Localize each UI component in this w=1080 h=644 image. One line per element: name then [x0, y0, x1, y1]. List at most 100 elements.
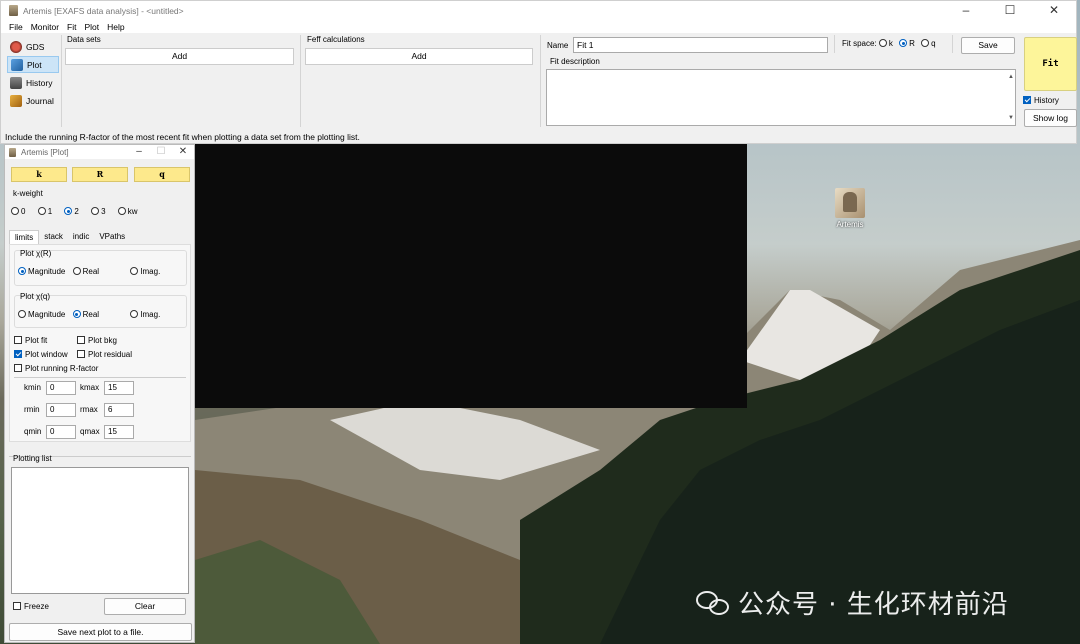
kweight-3[interactable]: 3	[91, 207, 106, 216]
save-button[interactable]: Save	[961, 37, 1015, 54]
tab-limits[interactable]: limits	[9, 230, 40, 244]
divider	[834, 35, 835, 53]
freeze-label: Freeze	[24, 602, 49, 611]
kweight-kw[interactable]: kw	[117, 207, 138, 216]
xq-magnitude[interactable]: Magnitude	[18, 310, 65, 319]
checkbox-icon	[13, 602, 21, 610]
fit-space-r-label: R	[909, 39, 915, 48]
kmin-input[interactable]: 0	[46, 381, 76, 395]
fit-space-k[interactable]: k	[878, 39, 893, 48]
divider	[540, 35, 541, 127]
checkbox-checked-icon	[1023, 96, 1031, 104]
data-sets-label: Data sets	[67, 35, 101, 44]
checkbox-checked-icon	[14, 350, 22, 358]
close-button[interactable]: ✕	[1032, 1, 1076, 20]
tab-indic[interactable]: indic	[68, 230, 94, 244]
plot-bkg-checkbox[interactable]: Plot bkg	[77, 336, 117, 345]
qmax-input[interactable]: 15	[104, 425, 134, 439]
tab-stack[interactable]: stack	[39, 230, 68, 244]
add-feff-button[interactable]: Add	[305, 48, 533, 65]
plot-window: Artemis [Plot] – ☐ ✕ k R q k-weight 0 1 …	[4, 144, 195, 643]
menu-file[interactable]: File	[9, 22, 23, 32]
plot-canvas[interactable]	[195, 144, 747, 408]
artemis-shortcut-icon	[835, 188, 865, 218]
fit-space-r[interactable]: R	[899, 39, 915, 48]
fit-button[interactable]: Fit	[1024, 37, 1077, 91]
xq-real[interactable]: Real	[72, 310, 99, 319]
plot-residual-checkbox[interactable]: Plot residual	[77, 350, 132, 359]
kmax-label: kmax	[80, 383, 100, 392]
menu-fit[interactable]: Fit	[67, 22, 76, 32]
radio-icon	[117, 207, 126, 215]
xr-magnitude[interactable]: Magnitude	[18, 267, 65, 276]
radio-selected-icon	[72, 310, 81, 318]
kweight-3-label: 3	[101, 207, 106, 216]
xr-magnitude-label: Magnitude	[28, 267, 66, 276]
feff-calculations-label: Feff calculations	[307, 35, 365, 44]
fit-space-k-label: k	[888, 39, 893, 48]
nav-item-gds[interactable]: GDS	[7, 38, 59, 55]
plot-residual-label: Plot residual	[88, 350, 133, 359]
nav-label: History	[26, 77, 53, 88]
radio-icon	[878, 39, 887, 47]
minimize-button[interactable]: –	[944, 1, 988, 20]
xr-real-label: Real	[82, 267, 100, 276]
history-icon	[10, 76, 22, 89]
kmax-input[interactable]: 15	[104, 381, 134, 395]
desktop-icon-artemis[interactable]: Artemis	[830, 188, 870, 229]
plot-close-button[interactable]: ✕	[172, 145, 194, 159]
menu-bar: File Monitor Fit Plot Help	[1, 20, 1076, 33]
plot-r-button[interactable]: R	[72, 167, 128, 182]
save-next-plot-button[interactable]: Save next plot to a file.	[9, 623, 192, 641]
plot-running-r-checkbox[interactable]: Plot running R-factor	[14, 364, 98, 373]
freeze-checkbox[interactable]: Freeze	[13, 602, 49, 611]
xr-real[interactable]: Real	[72, 267, 100, 276]
plot-titlebar[interactable]: Artemis [Plot] – ☐ ✕	[5, 145, 194, 159]
fit-name-input[interactable]: Fit 1	[573, 37, 828, 53]
main-titlebar[interactable]: Artemis [EXAFS data analysis] - <untitle…	[1, 1, 1076, 20]
menu-monitor[interactable]: Monitor	[31, 22, 59, 32]
plot-minimize-button[interactable]: –	[128, 145, 150, 159]
menu-help[interactable]: Help	[107, 22, 124, 32]
history-label: History	[1034, 96, 1059, 105]
radio-selected-icon	[18, 267, 26, 275]
kweight-0-label: 0	[21, 207, 26, 216]
qmin-input[interactable]: 0	[46, 425, 76, 439]
plot-k-button[interactable]: k	[11, 167, 67, 182]
plotting-list[interactable]	[11, 467, 189, 594]
nav-item-journal[interactable]: Journal	[7, 92, 59, 109]
rmax-input[interactable]: 6	[104, 403, 134, 417]
scroll-down-icon[interactable]: ▼	[1008, 111, 1014, 125]
plot-maximize-button[interactable]: ☐	[150, 145, 172, 159]
kweight-2[interactable]: 2	[64, 207, 79, 216]
xq-imag[interactable]: Imag.	[130, 310, 160, 319]
kmin-label: kmin	[24, 383, 41, 392]
plot-running-r-label: Plot running R-factor	[25, 364, 99, 373]
kweight-1-label: 1	[47, 207, 53, 216]
app-icon	[9, 147, 16, 157]
rmin-label: rmin	[24, 405, 40, 414]
kweight-1[interactable]: 1	[37, 207, 53, 216]
xr-imag[interactable]: Imag.	[130, 267, 160, 276]
divider	[952, 35, 953, 53]
plot-q-button[interactable]: q	[134, 167, 190, 182]
plot-fit-checkbox[interactable]: Plot fit	[14, 336, 47, 345]
divider	[300, 35, 301, 127]
nav-item-history[interactable]: History	[7, 74, 59, 91]
add-data-set-button[interactable]: Add	[65, 48, 294, 65]
rmin-input[interactable]: 0	[46, 403, 76, 417]
kweight-0[interactable]: 0	[11, 207, 25, 216]
plot-window-checkbox[interactable]: Plot window	[14, 350, 68, 359]
nav-item-plot[interactable]: Plot	[7, 56, 59, 73]
nav-label: Journal	[26, 95, 54, 106]
menu-plot[interactable]: Plot	[85, 22, 100, 32]
history-checkbox[interactable]: History	[1023, 96, 1059, 105]
show-log-button[interactable]: Show log	[1024, 109, 1077, 127]
fit-space-q[interactable]: q	[921, 39, 936, 48]
scroll-up-icon[interactable]: ▲	[1008, 70, 1014, 84]
fit-description-input[interactable]: ▲ ▼	[546, 69, 1016, 126]
tab-vpaths[interactable]: VPaths	[94, 230, 130, 244]
nav-label: Plot	[27, 59, 42, 70]
clear-button[interactable]: Clear	[104, 598, 186, 615]
maximize-button[interactable]: ☐	[988, 1, 1032, 20]
